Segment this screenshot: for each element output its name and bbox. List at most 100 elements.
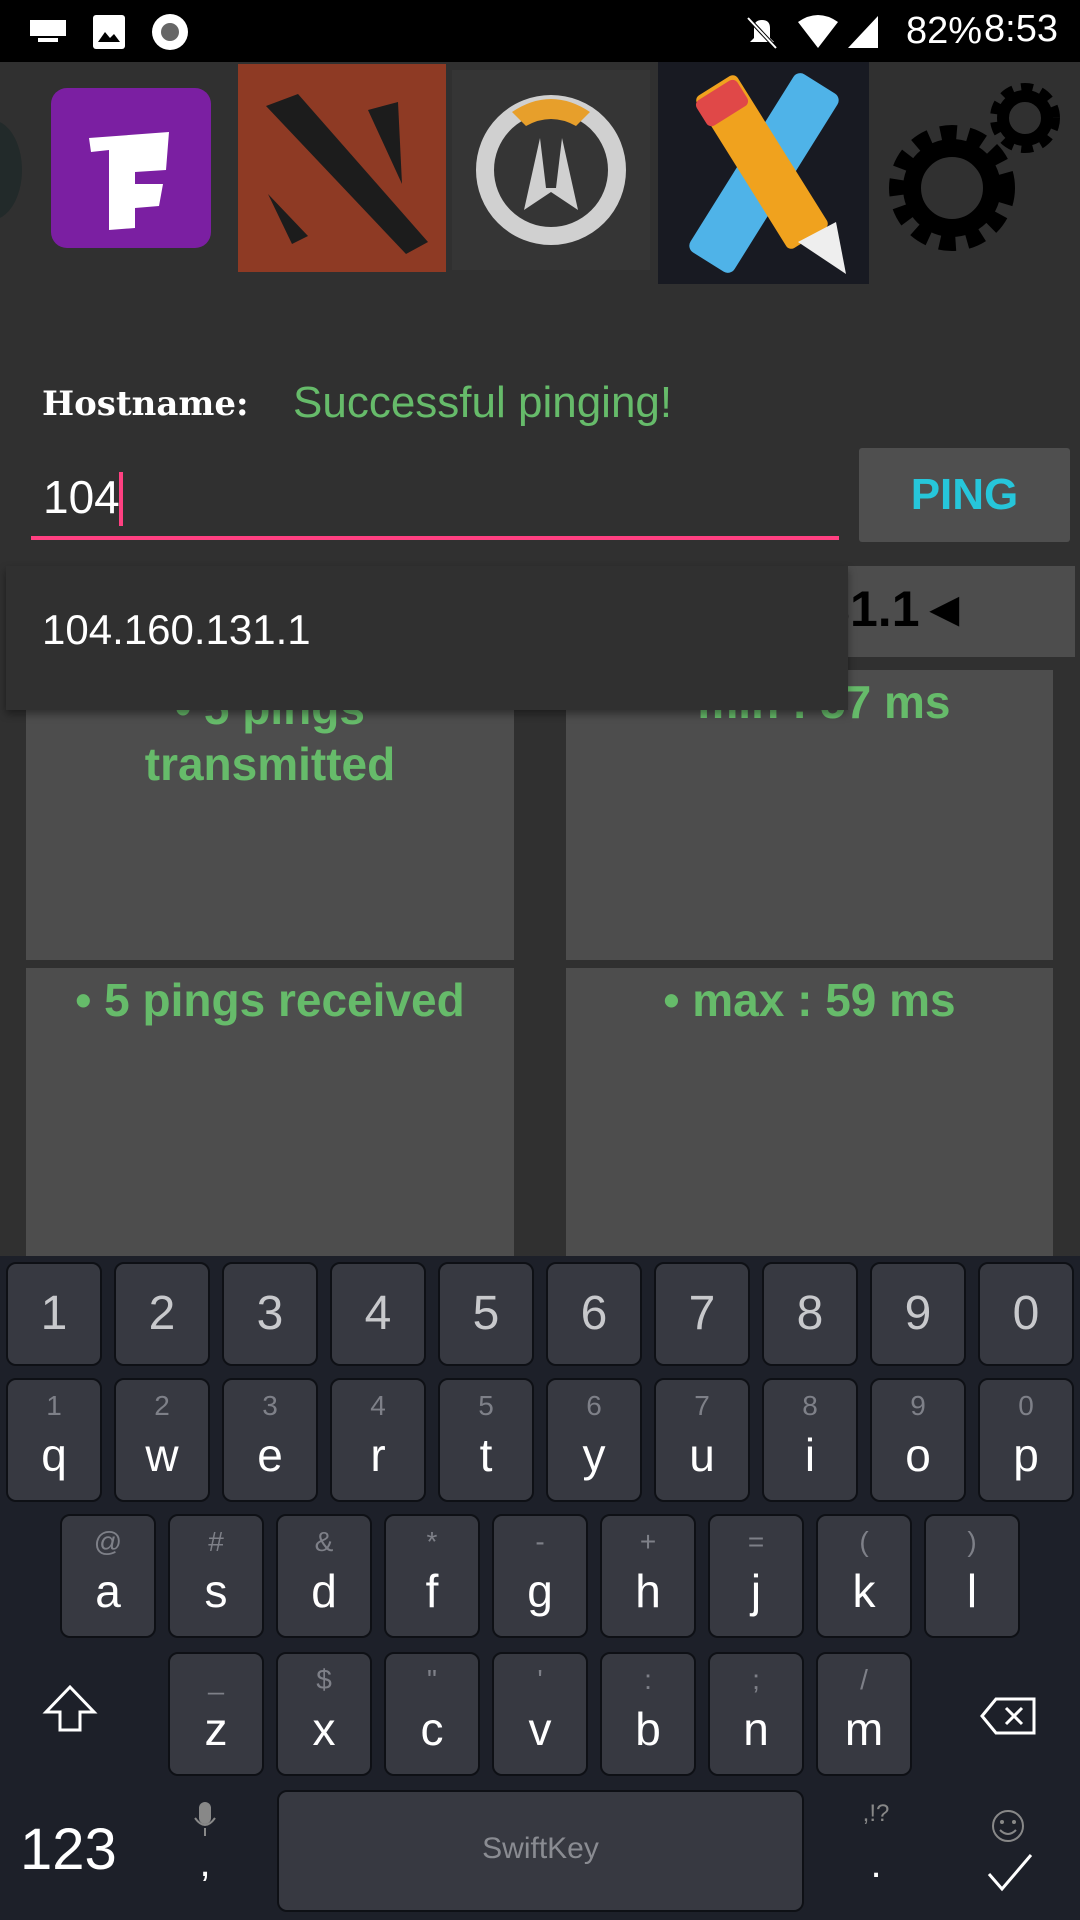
key-alt-label: ) [967,1526,977,1557]
key-alt-label: 0 [1018,1390,1034,1421]
backspace-icon[interactable] [980,1696,1038,1736]
key-label: v [528,1703,552,1755]
key-label: o [905,1429,931,1481]
key-n[interactable]: ; n [708,1652,804,1776]
microphone-icon [194,1802,216,1836]
key-7[interactable]: 7 [654,1262,750,1366]
fortnite-icon[interactable] [51,88,211,248]
key-label: l [966,1565,978,1617]
key-9[interactable]: 9 [870,1262,966,1366]
key-alt-label: = [747,1526,765,1557]
key-e[interactable]: 3e [222,1378,318,1502]
key-v[interactable]: ' v [492,1652,588,1776]
clock: 8:53 [984,8,1058,50]
key-label: 3 [256,1287,284,1340]
key-g[interactable]: -g [492,1514,588,1638]
partial-app-icon[interactable] [0,120,22,220]
key-label: u [689,1429,715,1481]
key-alt-label: - [535,1526,545,1557]
key-0[interactable]: 0 [978,1262,1074,1366]
ping-button[interactable]: PING [859,448,1070,542]
key-alt-label: 7 [694,1390,710,1421]
notifications-off-icon [746,16,778,50]
key-4[interactable]: 4 [330,1262,426,1366]
key-2[interactable]: 2 [114,1262,210,1366]
key-m[interactable]: / m [816,1652,912,1776]
key-r[interactable]: 4r [330,1378,426,1502]
key-j[interactable]: = j [708,1514,804,1638]
autocomplete-item[interactable]: 104.160.131.1 [6,566,848,710]
key-5[interactable]: 5 [438,1262,534,1366]
key-alt-label: @ [93,1526,123,1557]
hostname-input[interactable]: 104 [31,456,839,540]
key-label: q [41,1429,67,1481]
key-1[interactable]: 1 [6,1262,102,1366]
key-6[interactable]: 6 [546,1262,642,1366]
key-label: 5 [472,1287,500,1340]
key-q[interactable]: 1q [6,1378,102,1502]
key-alt-label: * [426,1526,438,1557]
autocomplete-dropdown: 104.160.131.1 [6,566,848,710]
dota-icon[interactable] [238,64,446,272]
key-label: 8 [796,1287,824,1340]
key-label: d [311,1565,337,1617]
battery-percent: 82% [906,10,983,52]
key-label: w [145,1429,179,1481]
settings-gears-icon[interactable] [885,80,1065,260]
emoji-icon[interactable] [988,1806,1028,1846]
key-alt-label: + [639,1526,657,1557]
key-label: a [95,1565,121,1617]
symbols-key[interactable]: 123 [20,1816,117,1883]
status-bar: 82% 8:53 [0,0,1080,62]
result-card-received: • 5 pings received [26,968,514,1268]
key-label: y [582,1429,606,1481]
key-a[interactable]: @ a [60,1514,156,1638]
ping-status: Successful pinging! [293,378,673,427]
edit-tools-icon[interactable] [658,62,869,284]
key-b[interactable]: :b [600,1652,696,1776]
signal-icon [848,16,878,48]
key-k[interactable]: (k [816,1514,912,1638]
key-t[interactable]: 5t [438,1378,534,1502]
overwatch-icon[interactable] [452,70,650,270]
comma-key[interactable]: , [190,1800,220,1900]
key-label: n [743,1703,769,1755]
key-label: 1 [40,1287,68,1340]
key-f[interactable]: * f [384,1514,480,1638]
shift-icon[interactable] [42,1684,98,1734]
punctuation-alt-label: ,!? [862,1800,890,1827]
key-alt-label: : [644,1664,652,1695]
image-icon [93,15,125,49]
key-alt-label: # [208,1526,224,1557]
key-label: c [420,1703,444,1755]
key-z[interactable]: _ z [168,1652,264,1776]
period-label: . [870,1842,882,1886]
key-p[interactable]: 0p [978,1378,1074,1502]
key-s[interactable]: # s [168,1514,264,1638]
key-label: s [204,1565,228,1617]
key-l[interactable]: ) l [924,1514,1020,1638]
key-d[interactable]: & d [276,1514,372,1638]
key-u[interactable]: 7u [654,1378,750,1502]
result-card-transmitted: • 5 pings transmitted [26,670,514,960]
key-w[interactable]: 2w [114,1378,210,1502]
enter-check-icon[interactable] [986,1852,1034,1892]
key-c[interactable]: " c [384,1652,480,1776]
key-alt-label: 4 [370,1390,386,1421]
key-label: t [479,1429,493,1481]
key-alt-label: ' [537,1664,543,1695]
key-label: i [804,1429,816,1481]
key-i[interactable]: 8i [762,1378,858,1502]
key-x[interactable]: $ x [276,1652,372,1776]
space-key[interactable]: SwiftKey [277,1790,804,1912]
key-label: 9 [904,1287,932,1340]
key-y[interactable]: 6y [546,1378,642,1502]
key-8[interactable]: 8 [762,1262,858,1366]
key-o[interactable]: 9o [870,1378,966,1502]
period-key[interactable]: ,!? . [856,1800,896,1900]
key-3[interactable]: 3 [222,1262,318,1366]
record-icon [152,14,188,50]
key-alt-label: ; [752,1664,760,1695]
key-h[interactable]: + h [600,1514,696,1638]
autocomplete-item-text: 104.160.131.1 [42,606,311,653]
